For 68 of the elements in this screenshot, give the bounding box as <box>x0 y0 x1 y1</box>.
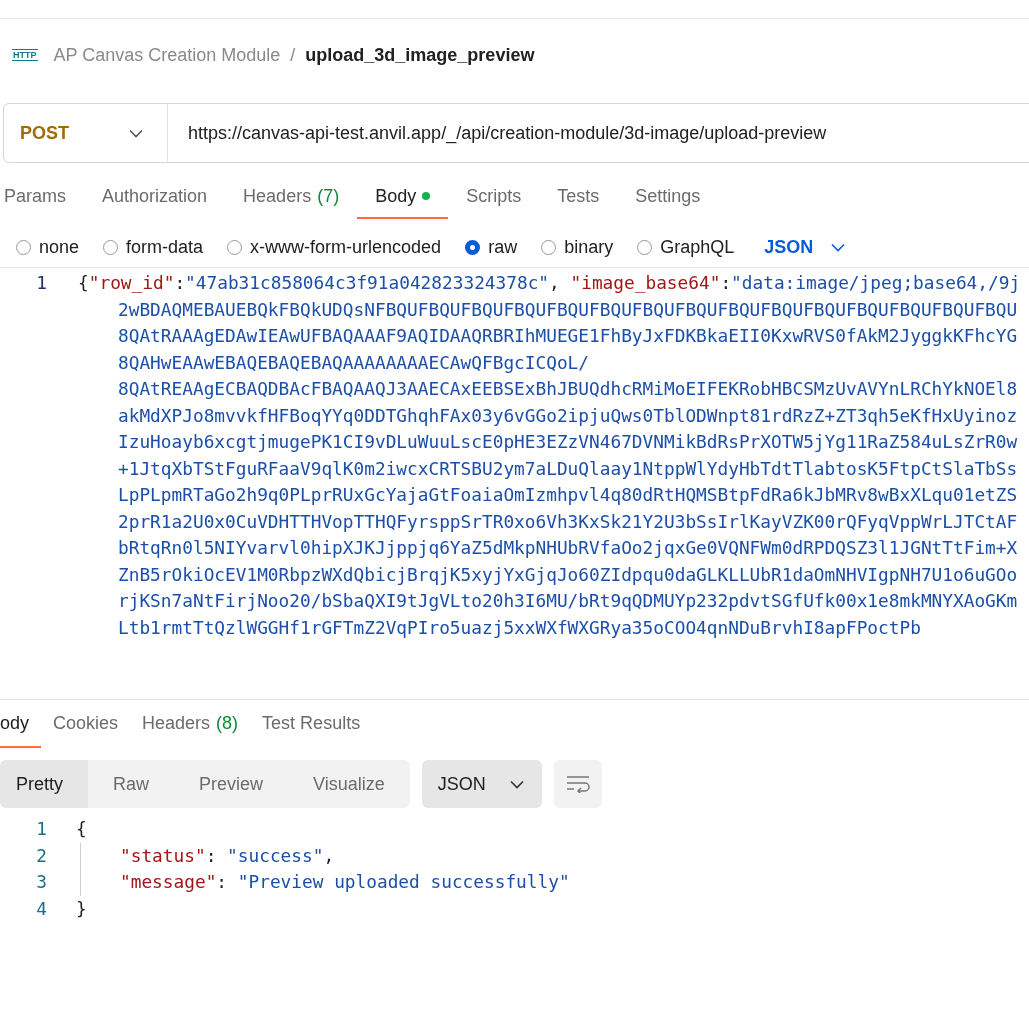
tab[interactable]: Authorization <box>84 163 226 219</box>
tab[interactable]: Settings <box>617 163 719 219</box>
tab[interactable]: Headers (8) <box>130 700 251 748</box>
json-key: "message" <box>120 869 217 896</box>
breadcrumb-link[interactable]: AP Canvas Creation Module <box>53 44 281 66</box>
body-type-radio[interactable]: x-www-form-urlencoded <box>227 236 442 258</box>
tab[interactable]: Params <box>0 163 84 219</box>
json-string: "success" <box>227 843 324 868</box>
json-string: 8QAHwEAAwEBAQEBAQEBAQAAAAAAAAECAwQFBgcICQoL/ <box>117 350 590 375</box>
json-key: "row_id" <box>88 272 175 293</box>
json-string: ZnB5rOkiOcEV1M0RbpzWXdQbicjBrqjK5xyjYxGjqJo60ZIdpqu0daGLKLLUbR1daOmNHVIgpNH7U1o6uGOo <box>117 562 1018 587</box>
json-string: bRtqRn0l5NIYvarvl0hipXJKJjppjq6YaZ5dMkpNHUbRVfaOo2jqxGe0VQNFWm0dRPDQSZ3l1JGNtTtFim+X <box>117 536 1018 560</box>
url-field[interactable]: https://canvas-api-test.anvil.app/_/api/creation-module/3d-image/upload-preview <box>168 122 827 144</box>
tab[interactable]: Headers (7) <box>225 163 358 219</box>
body-type-radio[interactable]: raw <box>465 236 518 258</box>
line-number: 2 <box>35 843 47 868</box>
method-dropdown[interactable]: POST <box>4 104 168 162</box>
json-punctuation: , <box>549 272 561 293</box>
line-number: 4 <box>35 896 47 921</box>
tab[interactable]: Scripts <box>448 163 540 219</box>
json-string: "47ab31c858064c3f91a042823324378c" <box>185 272 550 293</box>
body-type-radio[interactable]: form-data <box>103 236 204 258</box>
json-punctuation: : <box>216 870 229 894</box>
json-punctuation: } <box>76 896 87 921</box>
json-string: rjKSn7aNtFirjNoo20/bSbaQXI9tJgVLto20h3I6MU/bRt9qQDMUYp232pdvtSGfUfk00x1e8mkMNYXAoGKm <box>117 589 1018 613</box>
json-string: 2prR1a2U0x0CuVDHTTHVopTTHQFyrsppSrTR0xo6Vh3KxSk21Y2U3bSsIrlKayVZK00rQFyqVppWrLJTCtAF <box>117 509 1018 534</box>
json-string: IzuHoayb6xcgtjmugePK1CI9vDLuWuuLscE0pHE3EZzVN467DVNMikBdRsPrXOTW5jYg11RaZ584uLsZrR0w <box>117 430 1018 454</box>
body-type-radio[interactable]: GraphQL <box>637 236 735 258</box>
json-string: +1JtqXbTStFguRFaaV9qlK0m2iwcxCRTSBU2ym7aLDuQlaay1NtppWlYdyHbTdtTlabtosK5FtpCtSlaTbSs <box>117 456 1018 481</box>
line-number: 1 <box>35 817 47 841</box>
wrap-lines-button[interactable] <box>553 760 602 808</box>
chevron-down-icon <box>831 242 846 252</box>
json-punctuation: : <box>720 272 732 293</box>
json-punctuation: , <box>323 843 335 868</box>
json-string: "Preview uploaded successfully" <box>237 870 570 894</box>
json-string: 8QAtREAAgECBAQDBAcFBAQAAQJ3AAECAxEEBSExBhJBUQdhcRMiMoEIFEKRobHBCSMzUvAVYnLRChYkNOEl8 <box>117 377 1018 401</box>
tab[interactable]: Test Results <box>250 700 373 748</box>
line-number: 3 <box>35 870 47 894</box>
json-key: "status" <box>120 842 206 869</box>
tab[interactable]: Tests <box>539 163 618 219</box>
json-string: Ltb1rmtTtQzlWGGHf1rGFTmZ2VqPIro5uazj5xxWXfWXGRya35oCOO4qnNDuBrvhI8apFPoctPb <box>117 615 921 640</box>
json-punctuation: : <box>205 843 218 868</box>
chevron-down-icon <box>129 128 143 138</box>
request-name[interactable]: upload_3d_image_preview <box>305 44 535 66</box>
response-format-dropdown[interactable]: JSON <box>421 760 542 808</box>
json-punctuation: : <box>174 272 186 293</box>
breadcrumb-separator: / <box>290 44 296 66</box>
wrap-lines-icon <box>565 775 590 793</box>
json-string: 2wBDAQMEBAUEBQkFBQkUDQsNFBQUFBQUFBQUFBQUFBQUFBQUFBQUFBQUFBQUFBQUFBQUFBQUFBQUFBQUFBQU <box>117 297 1018 322</box>
view-mode-tab[interactable]: Pretty <box>0 760 88 808</box>
json-string: akMdXPJo8mvvkfHFBoqYYq0DDTGhqhFAx03y6vGGo2ipjuQws0TblODWnpt81rdRzZ+ZT3qh5eKfHxUyinoz <box>117 403 1018 428</box>
tab[interactable]: Cookies <box>41 700 131 748</box>
tab[interactable]: Body <box>357 163 449 219</box>
view-mode-tab[interactable]: Preview <box>174 760 289 808</box>
json-string: 8QAtRAAAgEDAwIEAwUFBAQAAAF9AQIDAAQRBRIhMUEGE1FhByJxFDKBkaEII0KxwRVS0fAkM2JyggkKFhcYG <box>117 324 1018 348</box>
format-dropdown[interactable]: JSON <box>758 236 846 258</box>
json-punctuation: { <box>76 817 87 841</box>
line-number: 1 <box>35 271 47 295</box>
tab[interactable]: ody <box>0 700 42 748</box>
body-type-radio[interactable]: none <box>16 236 80 258</box>
body-type-radio[interactable]: binary <box>541 236 614 258</box>
json-key: "image_base64" <box>570 272 721 293</box>
json-string: LpPLpmRTaGo2h9q0PLprRUxGcYajaGtFoaiaOmIzmhpvl4q80dRtHQMSBtpFdRa6kJbMRv8wBxXLqu01etZS <box>117 483 1018 507</box>
view-mode-tab[interactable]: Raw <box>88 760 175 808</box>
view-mode-tab[interactable]: Visualize <box>288 760 410 808</box>
json-punctuation: { <box>78 272 89 293</box>
json-string: "data:image/jpeg;base64,/9j <box>731 272 1021 293</box>
chevron-down-icon <box>509 779 524 789</box>
